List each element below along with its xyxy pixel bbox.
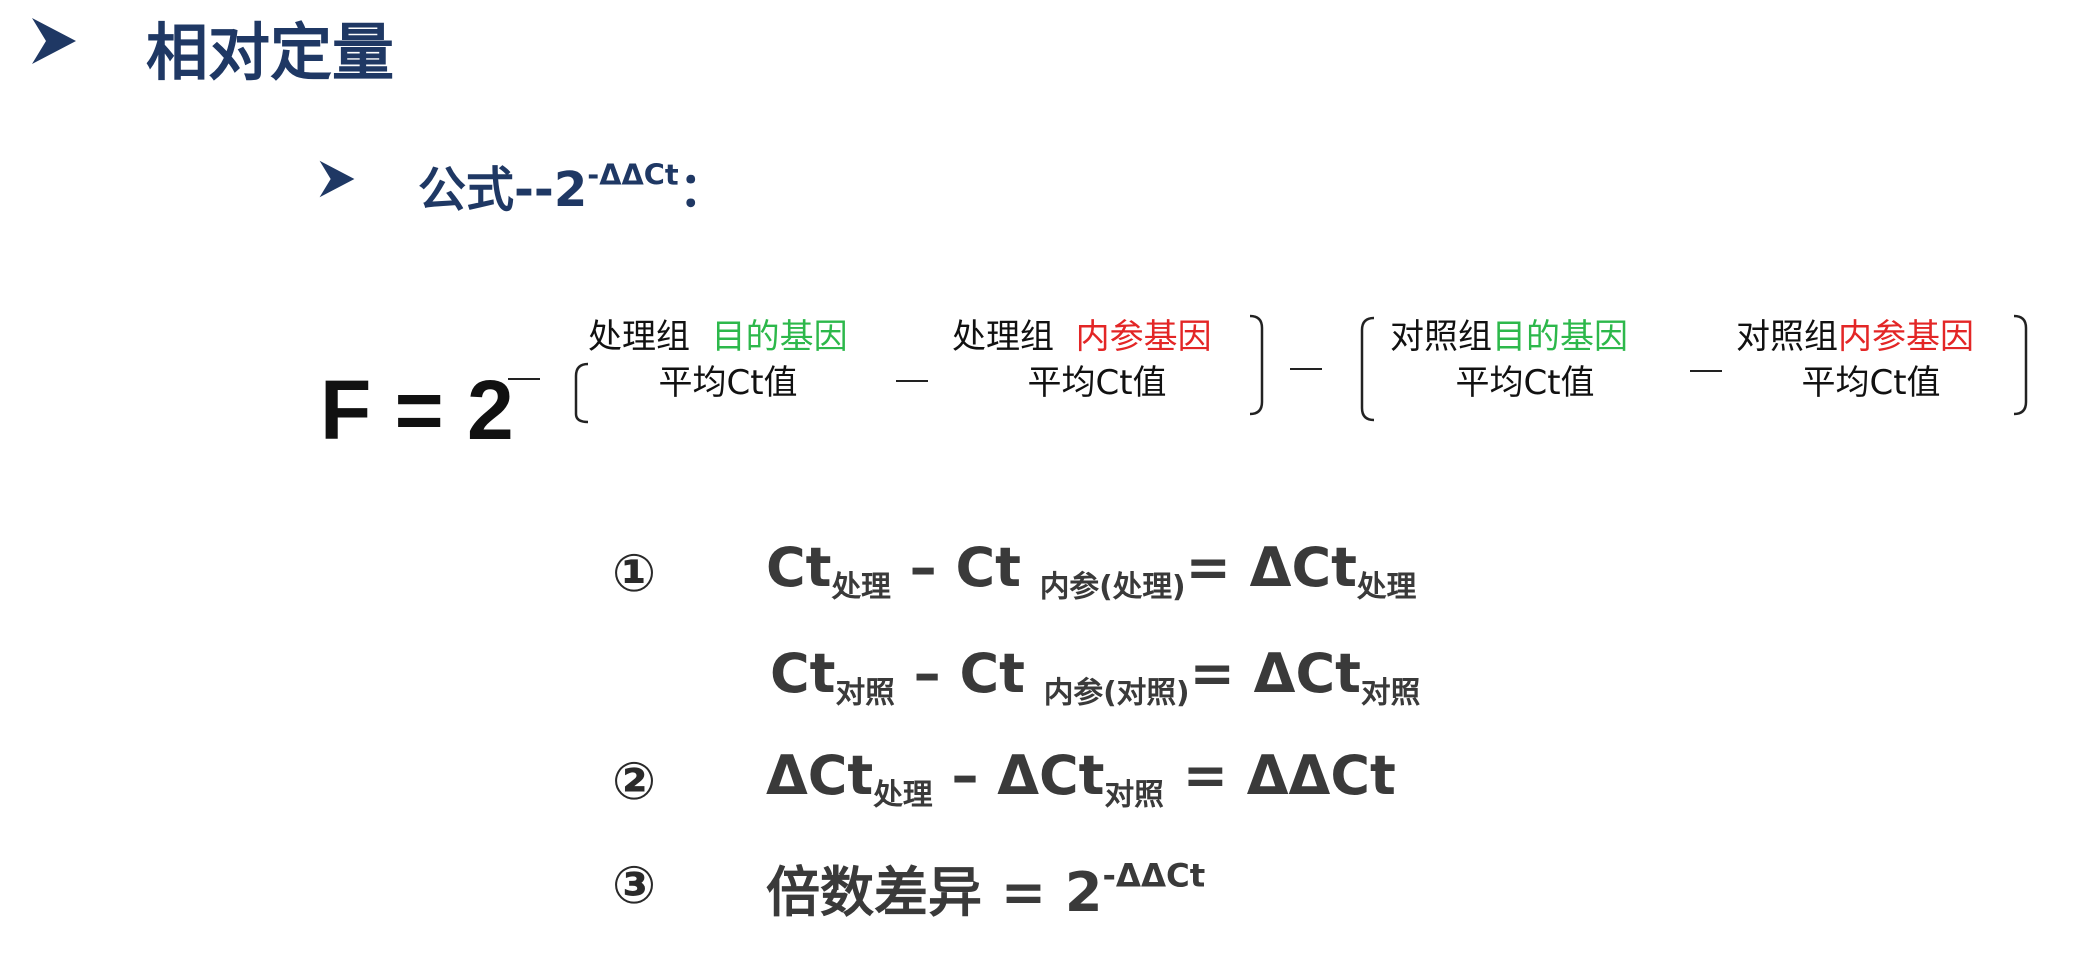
- arrowhead-bullet-icon: [30, 16, 78, 66]
- cell-line2: 平均Ct值: [1801, 363, 1941, 403]
- right-bracket: [1249, 314, 1264, 416]
- subtitle-text: 公式--2: [418, 162, 588, 218]
- minus-sign: [1690, 370, 1722, 372]
- cell-line2: 平均Ct值: [1455, 363, 1595, 403]
- cell-gene: 内参基因: [1075, 317, 1212, 357]
- minus-sign: [1290, 368, 1322, 370]
- right-bracket: [2013, 314, 2028, 416]
- cell-prefix: 处理组: [952, 317, 1054, 357]
- formula-cell-2: 处理组 内参基因 平均Ct值: [952, 314, 1252, 406]
- cell-gene: 目的基因: [711, 317, 848, 357]
- exponent-minus: [508, 378, 540, 380]
- cell-line2: 平均Ct值: [658, 363, 798, 403]
- cell-line2: 平均Ct值: [1027, 363, 1167, 403]
- step-number-2: ②: [612, 752, 657, 812]
- cell-gene: 目的基因: [1492, 317, 1628, 357]
- cell-prefix: 处理组: [588, 317, 690, 357]
- formula-cell-1: 处理组 目的基因 平均Ct值: [588, 314, 888, 406]
- subtitle-colon: ：: [678, 162, 727, 218]
- left-bracket: [1360, 316, 1375, 422]
- step-2-equation: ΔCt处理 – ΔCt对照 = ΔΔCt: [766, 744, 1396, 813]
- cell-prefix: 对照组: [1736, 317, 1838, 357]
- formula-cell-3: 对照组目的基因 平均Ct值: [1390, 314, 1670, 406]
- arrowhead-bullet-icon: [318, 158, 356, 200]
- step-number-1: ①: [612, 544, 657, 604]
- formula-subtitle: 公式--2-ΔΔCt：: [418, 150, 727, 220]
- formula-lhs: F = 2: [320, 363, 514, 457]
- step-1-equation: Ct处理 – Ct 内参(处理)= ΔCt处理: [766, 536, 1417, 605]
- formula-cell-4: 对照组内参基因 平均Ct值: [1736, 314, 2016, 406]
- cell-prefix: 对照组: [1390, 317, 1492, 357]
- step-1b-equation: Ct对照 – Ct 内参(对照)= ΔCt对照: [770, 642, 1421, 711]
- minus-sign: [896, 380, 928, 382]
- step-3-equation: 倍数差异 = 2-ΔΔCt: [766, 856, 1206, 924]
- cell-gene: 内参基因: [1838, 317, 1974, 357]
- subtitle-exponent: -ΔΔCt: [587, 157, 679, 192]
- step-number-3: ③: [612, 856, 657, 916]
- page-title: 相对定量: [146, 16, 395, 89]
